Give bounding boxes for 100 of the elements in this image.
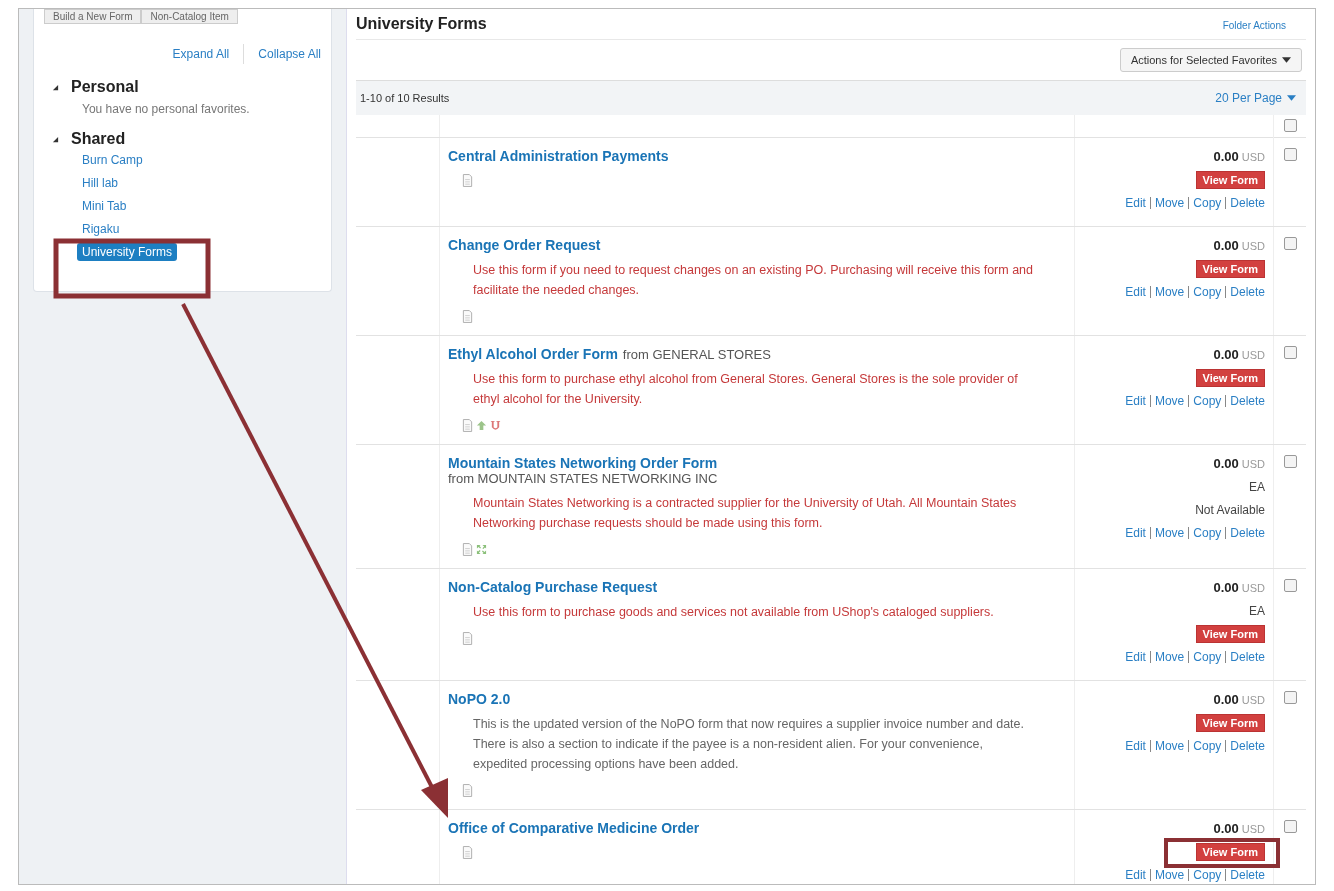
currency-label: USD	[1241, 581, 1265, 596]
document-icon[interactable]	[462, 310, 473, 323]
folder-item[interactable]: Rigaku	[77, 219, 125, 238]
row-action-link[interactable]: Move	[1154, 194, 1185, 212]
row-action-link[interactable]: Edit	[1125, 392, 1146, 410]
unit-label: EA	[1249, 603, 1265, 620]
row-action-link[interactable]: Move	[1154, 283, 1185, 301]
row-checkbox[interactable]	[1283, 691, 1297, 704]
view-form-button[interactable]: View Form	[1195, 260, 1265, 278]
currency-label: USD	[1241, 457, 1265, 472]
row-action-link[interactable]: Delete	[1230, 392, 1265, 410]
currency-label: USD	[1241, 822, 1265, 837]
up-arrow-icon	[476, 419, 487, 432]
collapse-triangle-icon[interactable]	[52, 135, 59, 143]
price-amount: 0.00	[1213, 346, 1239, 364]
form-title-link[interactable]: Change Order Request	[448, 237, 601, 253]
toolbar-button[interactable]: Non-Catalog Item	[141, 9, 238, 24]
row-checkbox[interactable]	[1283, 346, 1297, 359]
row-action-link[interactable]: Move	[1154, 737, 1185, 755]
row-action-link[interactable]: Copy	[1193, 866, 1222, 884]
form-description: Use this form to purchase ethyl alcohol from General Stores. General Stores is the sole provider of ethyl alcohol for the University.	[473, 371, 1019, 408]
row-action-link[interactable]: Copy	[1193, 194, 1222, 212]
row-action-link[interactable]: Edit	[1125, 524, 1146, 542]
currency-label: USD	[1241, 348, 1265, 363]
folder-item[interactable]: Mini Tab	[77, 196, 132, 215]
expand-icon	[476, 543, 487, 556]
row-action-link[interactable]: Edit	[1125, 194, 1146, 212]
view-form-button[interactable]: View Form	[1195, 171, 1265, 189]
view-form-button[interactable]: View Form	[1195, 843, 1265, 861]
view-form-button[interactable]: View Form	[1195, 369, 1265, 387]
row-action-link[interactable]: Delete	[1230, 866, 1265, 884]
row-action-link[interactable]: Move	[1154, 524, 1185, 542]
section-title: Personal	[71, 78, 139, 96]
row-checkbox[interactable]	[1283, 237, 1297, 250]
document-icon[interactable]	[462, 174, 473, 187]
price-amount: 0.00	[1213, 820, 1239, 838]
price-amount: 0.00	[1213, 237, 1239, 255]
form-title-link[interactable]: Ethyl Alcohol Order Form	[448, 346, 618, 362]
bulk-actions-button[interactable]: Actions for Selected Favorites	[1119, 48, 1302, 72]
logo-icon	[490, 419, 501, 432]
price-amount: 0.00	[1213, 148, 1239, 166]
collapse-all-link[interactable]: Collapse All	[258, 47, 321, 61]
expand-all-link[interactable]: Expand All	[172, 47, 230, 61]
row-action-link[interactable]: Delete	[1230, 194, 1265, 212]
row-action-link[interactable]: Move	[1154, 648, 1185, 666]
empty-message: You have no personal favorites.	[81, 102, 251, 116]
document-icon[interactable]	[462, 543, 473, 556]
per-page-dropdown[interactable]: 20 Per Page	[1215, 91, 1296, 105]
document-icon[interactable]	[462, 419, 473, 432]
row-action-link[interactable]: Copy	[1193, 283, 1222, 301]
folder-item[interactable]: Hill lab	[77, 173, 123, 192]
row-action-link[interactable]: Copy	[1193, 524, 1222, 542]
toolbar-button[interactable]: Build a New Form	[44, 9, 142, 24]
row-action-link[interactable]: Move	[1154, 866, 1185, 884]
row-action-link[interactable]: Delete	[1230, 283, 1265, 301]
row-action-link[interactable]: Edit	[1125, 283, 1146, 301]
row-checkbox[interactable]	[1283, 820, 1297, 833]
currency-label: USD	[1241, 693, 1265, 708]
caret-icon	[1287, 95, 1296, 101]
form-title-link[interactable]: Mountain States Networking Order Form	[448, 455, 718, 471]
section-title: Shared	[71, 130, 126, 148]
row-action-link[interactable]: Edit	[1125, 866, 1146, 884]
document-icon[interactable]	[462, 846, 473, 859]
currency-label: USD	[1241, 239, 1265, 254]
currency-label: USD	[1241, 150, 1265, 165]
select-all-checkbox[interactable]	[1283, 119, 1297, 132]
row-action-link[interactable]: Delete	[1230, 648, 1265, 666]
form-description: This is the updated version of the NoPO form that now requires a supplier invoice number and date. There is also a section to indicate if the payee is a non-resident alien. For your convenience, expedited processing options have been added.	[473, 716, 1025, 773]
row-action-link[interactable]: Move	[1154, 392, 1185, 410]
supplier-name: from GENERAL STORES	[622, 347, 771, 362]
row-action-link[interactable]: Edit	[1125, 737, 1146, 755]
form-title-link[interactable]: Office of Comparative Medicine Order	[448, 820, 700, 836]
row-action-link[interactable]: Delete	[1230, 737, 1265, 755]
row-action-link[interactable]: Copy	[1193, 737, 1222, 755]
view-form-button[interactable]: View Form	[1195, 625, 1265, 643]
collapse-triangle-icon[interactable]	[52, 83, 59, 91]
folder-item[interactable]: Burn Camp	[77, 150, 148, 169]
form-title-link[interactable]: Non-Catalog Purchase Request	[448, 579, 658, 595]
row-action-link[interactable]: Copy	[1193, 392, 1222, 410]
price-amount: 0.00	[1213, 455, 1239, 473]
row-checkbox[interactable]	[1283, 579, 1297, 592]
supplier-name: from MOUNTAIN STATES NETWORKING INC	[448, 471, 719, 486]
form-title-link[interactable]: Central Administration Payments	[448, 148, 669, 164]
form-title-link[interactable]: NoPO 2.0	[448, 691, 511, 707]
document-icon[interactable]	[462, 632, 473, 645]
folder-actions-link[interactable]: Folder Actions	[1222, 20, 1306, 39]
caret-icon	[1282, 57, 1291, 63]
availability-status: Not Available	[1195, 502, 1265, 519]
row-action-link[interactable]: Edit	[1125, 648, 1146, 666]
view-form-button[interactable]: View Form	[1195, 714, 1265, 732]
row-action-link[interactable]: Copy	[1193, 648, 1222, 666]
results-count: 1-10 of 10 Results	[360, 92, 450, 104]
price-amount: 0.00	[1213, 691, 1239, 709]
document-icon[interactable]	[462, 784, 473, 797]
row-checkbox[interactable]	[1283, 455, 1297, 468]
unit-label: EA	[1249, 479, 1265, 496]
row-action-link[interactable]: Delete	[1230, 524, 1265, 542]
row-checkbox[interactable]	[1283, 148, 1297, 161]
form-description: Use this form to purchase goods and services not available from UShop's cataloged suppliers.	[473, 604, 995, 621]
form-description: Use this form if you need to request changes on an existing PO. Purchasing will receive this form and facilitate the needed changes.	[473, 262, 1033, 299]
